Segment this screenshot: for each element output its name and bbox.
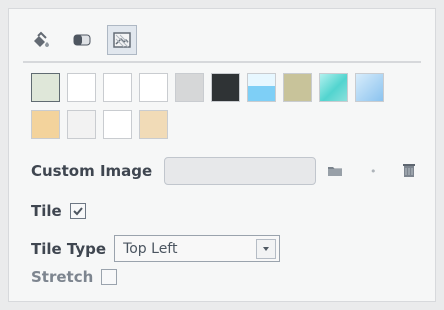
tile-type-row: Tile Type Top Left — [31, 235, 281, 262]
tile-type-select[interactable]: Top Left — [114, 235, 281, 262]
panel-tabs — [27, 23, 137, 57]
swatch-peach[interactable] — [31, 110, 60, 139]
tile-type-label: Tile Type — [31, 239, 107, 258]
image-tab[interactable] — [107, 25, 137, 55]
stretch-checkbox[interactable] — [101, 269, 118, 285]
tile-checkbox[interactable] — [69, 203, 86, 219]
swatch-charcoal[interactable] — [211, 73, 240, 102]
folder-icon — [328, 167, 343, 176]
paint-bucket-icon — [34, 31, 49, 47]
stretch-row: Stretch — [31, 268, 118, 286]
image-style-panel: Custom Image • Tile Tile Type Top Left S… — [8, 8, 436, 302]
tile-row: Tile — [31, 202, 86, 220]
paint-bucket-tab[interactable] — [27, 25, 57, 55]
tab-separator — [23, 61, 421, 63]
swatch-orange-grid[interactable] — [103, 73, 132, 102]
swatch-light-blue[interactable] — [355, 73, 384, 102]
swatch-olive[interactable] — [283, 73, 312, 102]
custom-image-label: Custom Image — [31, 162, 153, 180]
swatch-cream[interactable] — [139, 110, 168, 139]
tile-label: Tile — [31, 202, 62, 220]
divider-dot: • — [369, 164, 377, 178]
swatch-red-grid[interactable] — [139, 73, 168, 102]
image-icon — [113, 32, 131, 48]
custom-image-input[interactable] — [164, 157, 317, 185]
browse-button[interactable] — [326, 162, 344, 180]
clear-button[interactable] — [400, 162, 418, 180]
swatch-pink-grid[interactable] — [103, 110, 132, 139]
swatch-blue-grid[interactable] — [67, 73, 96, 102]
contrast-icon — [73, 34, 91, 46]
swatch-plain-green[interactable] — [31, 73, 60, 102]
swatch-sky-blue[interactable] — [247, 73, 276, 102]
swatch-teal[interactable] — [319, 73, 348, 102]
custom-image-row: Custom Image • — [31, 157, 418, 185]
check-icon — [72, 207, 83, 216]
tile-type-value: Top Left — [123, 240, 178, 257]
clear-icon — [403, 164, 416, 177]
tile-type-dropdown-button[interactable] — [256, 238, 277, 259]
background-swatches — [31, 73, 441, 147]
chevron-down-icon — [263, 246, 270, 251]
swatch-row-1 — [31, 73, 441, 102]
swatch-white[interactable] — [67, 110, 96, 139]
swatch-row-2 — [31, 110, 441, 139]
stretch-label: Stretch — [31, 268, 94, 286]
swatch-gray[interactable] — [175, 73, 204, 102]
contrast-tab[interactable] — [67, 25, 97, 55]
